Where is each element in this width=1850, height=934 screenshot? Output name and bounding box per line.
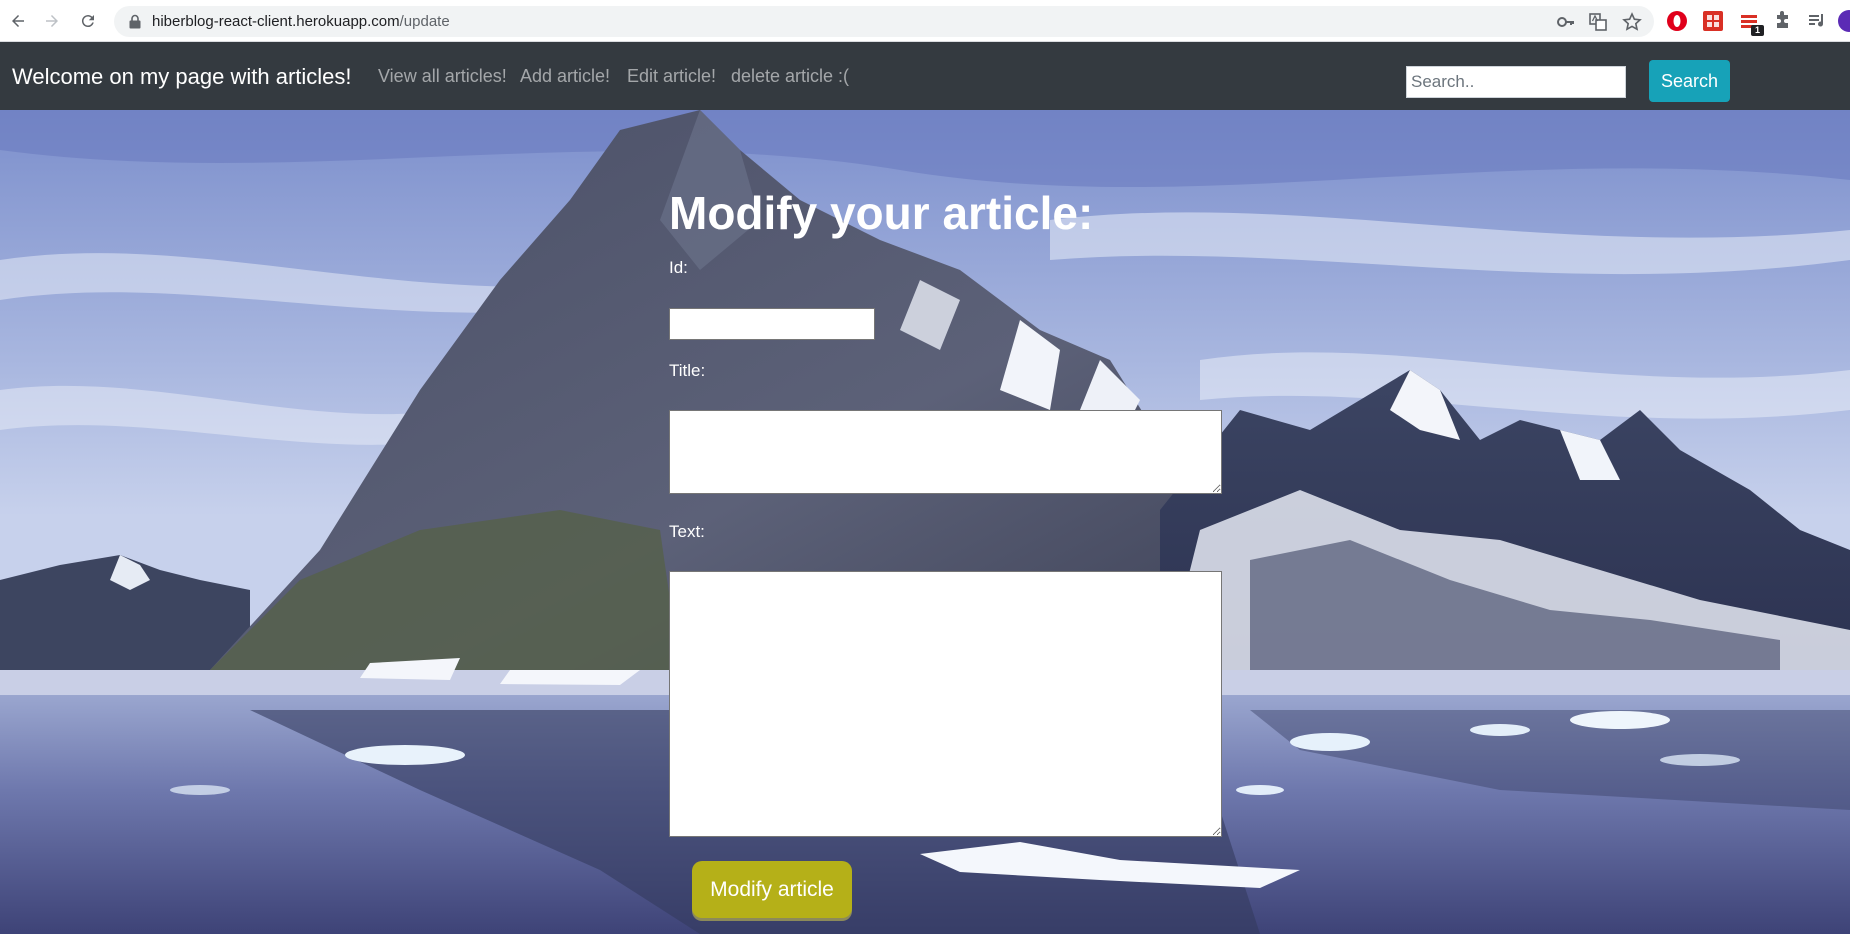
nav-link-delete[interactable]: delete article :( <box>731 66 849 87</box>
text-textarea[interactable] <box>669 571 1222 837</box>
modify-article-button[interactable]: Modify article <box>692 861 852 918</box>
id-input[interactable] <box>669 308 875 340</box>
media-control-icon[interactable] <box>1806 10 1828 32</box>
key-icon[interactable] <box>1556 12 1576 32</box>
lock-icon <box>129 14 141 29</box>
browser-toolbar: hiberblog-react-client.herokuapp.com/upd… <box>0 0 1850 42</box>
page-title: Modify your article: <box>669 187 1094 239</box>
search-input[interactable] <box>1406 66 1626 98</box>
stack-extension-icon[interactable]: 1 <box>1738 10 1764 36</box>
reload-icon[interactable] <box>76 9 100 33</box>
nav-link-edit[interactable]: Edit article! <box>627 66 716 87</box>
navbar-brand[interactable]: Welcome on my page with articles! <box>12 64 352 90</box>
text-label: Text: <box>669 522 705 541</box>
puzzle-extensions-icon[interactable] <box>1772 10 1794 32</box>
url-host: hiberblog-react-client.herokuapp.com <box>152 13 400 30</box>
nav-link-add[interactable]: Add article! <box>520 66 610 87</box>
grid-extension-icon[interactable] <box>1702 10 1724 32</box>
nav-link-view-all[interactable]: View all articles! <box>378 66 507 87</box>
id-label: Id: <box>669 258 688 277</box>
address-bar[interactable]: hiberblog-react-client.herokuapp.com/upd… <box>114 6 1654 37</box>
opera-extension-icon[interactable] <box>1666 10 1688 32</box>
bookmark-star-icon[interactable] <box>1622 12 1642 32</box>
title-label: Title: <box>669 361 706 380</box>
forward-icon[interactable] <box>40 9 64 33</box>
back-icon[interactable] <box>6 9 30 33</box>
profile-avatar[interactable] <box>1838 10 1850 32</box>
search-button[interactable]: Search <box>1649 60 1730 102</box>
site-navbar: Welcome on my page with articles! View a… <box>0 42 1850 110</box>
translate-icon[interactable] <box>1588 12 1608 32</box>
url-text[interactable]: hiberblog-react-client.herokuapp.com/upd… <box>152 13 450 30</box>
extension-badge: 1 <box>1751 25 1764 36</box>
url-path: /update <box>399 13 450 30</box>
title-textarea[interactable] <box>669 410 1222 494</box>
